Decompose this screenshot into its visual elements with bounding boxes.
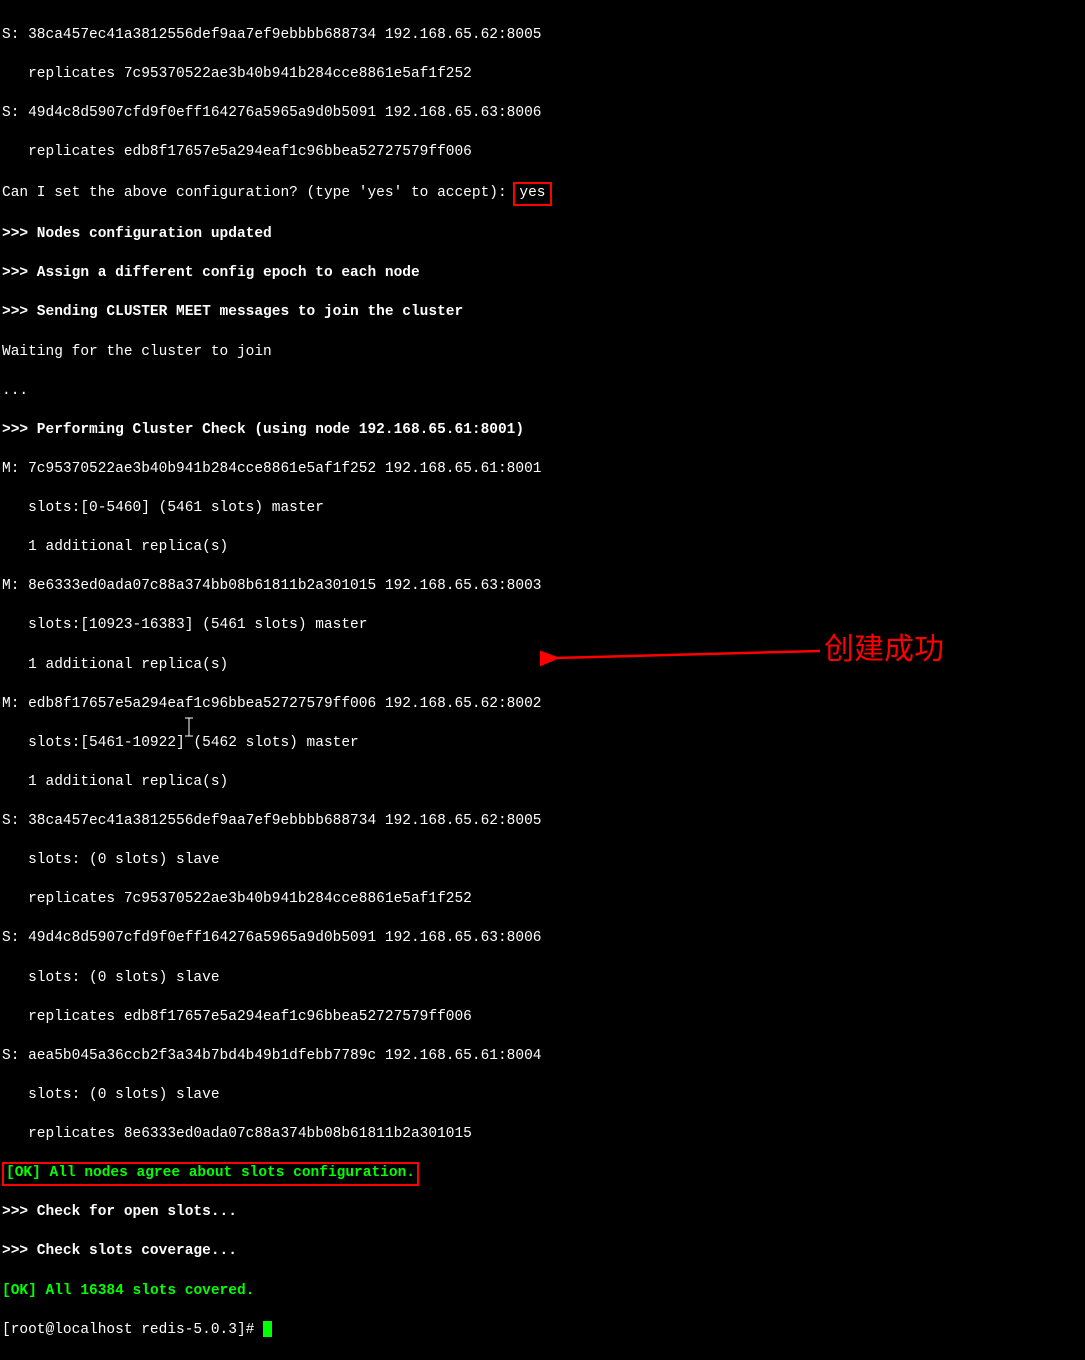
output-line: 1 additional replica(s) (2, 538, 1083, 558)
output-line: Can I set the above configuration? (type… (2, 182, 1083, 206)
output-line: >>> Nodes configuration updated (2, 225, 1083, 245)
prompt-line[interactable]: [root@localhost redis-5.0.3]# (2, 1321, 1083, 1341)
cursor-icon (263, 1321, 272, 1337)
terminal-output[interactable]: S: 38ca457ec41a3812556def9aa7ef9ebbbb688… (0, 0, 1085, 1360)
output-line: slots: (0 slots) slave (2, 851, 1083, 871)
output-line: S: 38ca457ec41a3812556def9aa7ef9ebbbb688… (2, 812, 1083, 832)
output-line: Waiting for the cluster to join (2, 343, 1083, 363)
output-line: slots:[0-5460] (5461 slots) master (2, 499, 1083, 519)
output-line: slots: (0 slots) slave (2, 1086, 1083, 1106)
output-line: replicates edb8f17657e5a294eaf1c96bbea52… (2, 1008, 1083, 1028)
output-line: S: aea5b045a36ccb2f3a34b7bd4b49b1dfebb77… (2, 1047, 1083, 1067)
output-line: replicates 7c95370522ae3b40b941b284cce88… (2, 65, 1083, 85)
output-line: >>> Check for open slots... (2, 1203, 1083, 1223)
annotation-text: 创建成功 (824, 630, 944, 671)
output-line: M: edb8f17657e5a294eaf1c96bbea52727579ff… (2, 695, 1083, 715)
output-line: slots: (0 slots) slave (2, 969, 1083, 989)
output-line: replicates edb8f17657e5a294eaf1c96bbea52… (2, 143, 1083, 163)
text-cursor-icon (183, 716, 195, 738)
highlight-ok-box: [OK] All nodes agree about slots configu… (2, 1162, 419, 1186)
output-line: slots:[5461-10922] (5462 slots) master (2, 734, 1083, 754)
output-line: S: 38ca457ec41a3812556def9aa7ef9ebbbb688… (2, 26, 1083, 46)
output-line: S: 49d4c8d5907cfd9f0eff164276a5965a9d0b5… (2, 929, 1083, 949)
output-line: M: 7c95370522ae3b40b941b284cce8861e5af1f… (2, 460, 1083, 480)
output-line: M: 8e6333ed0ada07c88a374bb08b61811b2a301… (2, 577, 1083, 597)
highlight-yes-box: yes (513, 182, 551, 206)
output-line: >>> Check slots coverage... (2, 1242, 1083, 1262)
output-line: >>> Assign a different config epoch to e… (2, 264, 1083, 284)
output-line: >>> Performing Cluster Check (using node… (2, 421, 1083, 441)
output-line: [OK] All 16384 slots covered. (2, 1282, 1083, 1302)
output-line: ... (2, 382, 1083, 402)
output-line: 1 additional replica(s) (2, 773, 1083, 793)
output-line: S: 49d4c8d5907cfd9f0eff164276a5965a9d0b5… (2, 104, 1083, 124)
output-line: [OK] All nodes agree about slots configu… (2, 1164, 1083, 1184)
output-line: replicates 7c95370522ae3b40b941b284cce88… (2, 890, 1083, 910)
output-line: >>> Sending CLUSTER MEET messages to joi… (2, 303, 1083, 323)
output-line: replicates 8e6333ed0ada07c88a374bb08b618… (2, 1125, 1083, 1145)
